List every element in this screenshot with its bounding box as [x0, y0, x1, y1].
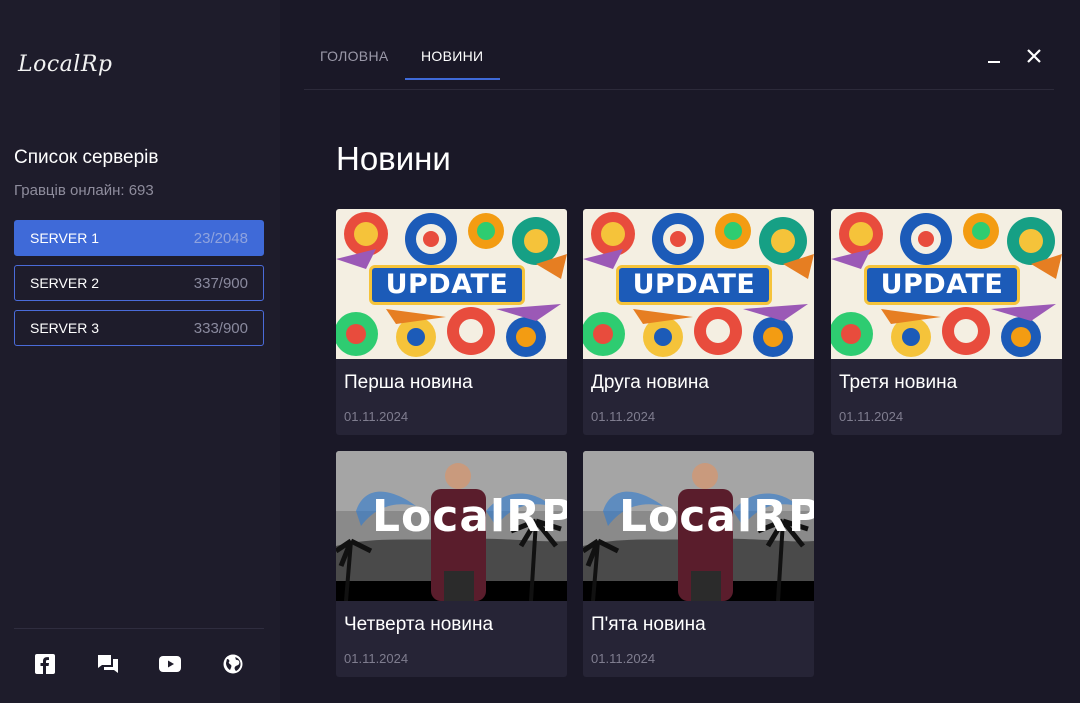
- facebook-icon[interactable]: [33, 652, 57, 676]
- server-item-3[interactable]: SERVER 3 333/900: [14, 310, 264, 346]
- youtube-icon[interactable]: [158, 652, 182, 676]
- news-card[interactable]: UPDATE Перша новина 01.11.2024: [336, 209, 567, 435]
- forum-icon[interactable]: [96, 652, 120, 676]
- localrp-banner-image: LocalRP: [583, 451, 814, 601]
- top-nav: ГОЛОВНА НОВИНИ: [304, 0, 1054, 90]
- news-date: 01.11.2024: [344, 651, 409, 666]
- news-title: П'ята новина: [591, 614, 706, 635]
- sidebar-divider: [14, 628, 264, 629]
- news-date: 01.11.2024: [839, 409, 904, 424]
- update-banner-text: UPDATE: [369, 265, 525, 305]
- news-card[interactable]: UPDATE Друга новина 01.11.2024: [583, 209, 814, 435]
- server-player-count: 23/2048: [193, 229, 248, 247]
- server-name: SERVER 2: [30, 275, 99, 291]
- close-icon[interactable]: [1024, 46, 1044, 66]
- page-title: Новини: [336, 140, 451, 177]
- update-banner-image: UPDATE: [583, 209, 814, 359]
- server-player-count: 337/900: [193, 274, 248, 292]
- tab-home[interactable]: ГОЛОВНА: [320, 48, 389, 64]
- active-tab-indicator: [405, 78, 500, 80]
- news-title: Третя новина: [839, 372, 958, 393]
- tab-news[interactable]: НОВИНИ: [421, 48, 483, 64]
- server-item-1[interactable]: SERVER 1 23/2048: [14, 220, 264, 256]
- update-banner-image: UPDATE: [831, 209, 1062, 359]
- news-title: Перша новина: [344, 372, 473, 393]
- news-card[interactable]: LocalRP Четверта новина 01.11.2024: [336, 451, 567, 677]
- update-banner-text: UPDATE: [616, 265, 772, 305]
- news-title: Друга новина: [591, 372, 709, 393]
- minimize-icon[interactable]: [984, 46, 1004, 66]
- news-card[interactable]: UPDATE Третя новина 01.11.2024: [831, 209, 1062, 435]
- news-date: 01.11.2024: [591, 651, 656, 666]
- server-player-count: 333/900: [193, 319, 248, 337]
- update-banner-image: UPDATE: [336, 209, 567, 359]
- news-card[interactable]: LocalRP П'ята новина 01.11.2024: [583, 451, 814, 677]
- sidebar: LocalRp Список серверів Гравців онлайн: …: [0, 0, 280, 703]
- server-list: SERVER 1 23/2048 SERVER 2 337/900 SERVER…: [14, 220, 264, 355]
- globe-icon[interactable]: [221, 652, 245, 676]
- news-title: Четверта новина: [344, 614, 494, 635]
- server-name: SERVER 3: [30, 320, 99, 336]
- server-name: SERVER 1: [30, 230, 99, 246]
- update-banner-text: UPDATE: [864, 265, 1020, 305]
- server-list-title: Список серверів: [14, 147, 159, 168]
- localrp-banner-image: LocalRP: [336, 451, 567, 601]
- players-online: Гравців онлайн: 693: [14, 182, 154, 199]
- localrp-banner-text: LocalRP: [372, 491, 567, 542]
- social-links: [14, 652, 264, 676]
- localrp-banner-text: LocalRP: [619, 491, 814, 542]
- logo: LocalRp: [18, 52, 113, 77]
- server-item-2[interactable]: SERVER 2 337/900: [14, 265, 264, 301]
- news-date: 01.11.2024: [591, 409, 656, 424]
- news-date: 01.11.2024: [344, 409, 409, 424]
